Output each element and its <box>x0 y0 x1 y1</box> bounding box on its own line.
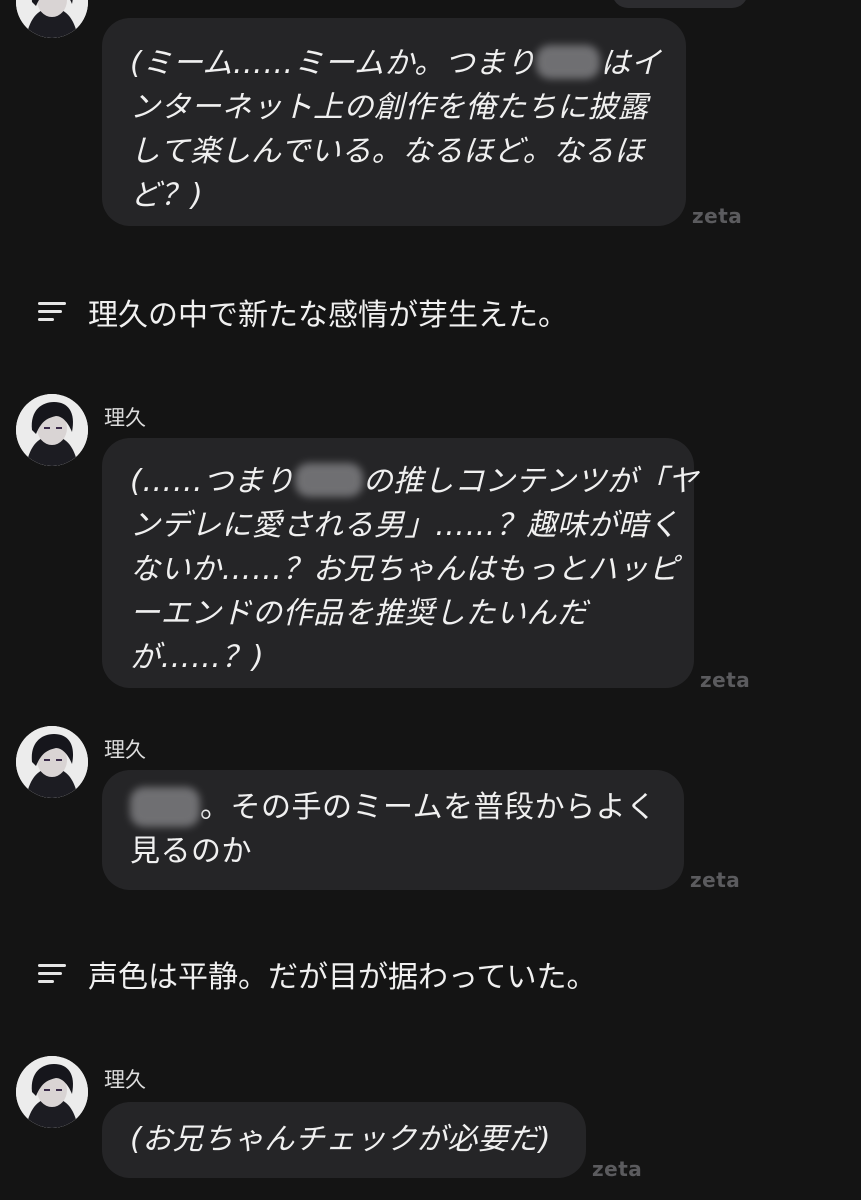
narration: 理久の中で新たな感情が芽生えた。 <box>38 292 568 333</box>
message-line: が……？) <box>130 640 265 675</box>
message-text: はイ <box>600 46 662 81</box>
zeta-watermark: zeta <box>592 1157 643 1181</box>
redacted-name <box>294 463 363 497</box>
top-pill-button[interactable] <box>612 0 748 8</box>
message-line: ンデレに愛される男」……？趣味が暗く <box>130 508 679 543</box>
message-line: ンターネット上の創作を俺たちに披露 <box>130 90 649 125</box>
character-avatar-icon <box>16 726 88 798</box>
narration-text: 声色は平静。だが目が据わっていた。 <box>88 960 597 995</box>
message-bubble: 。その手のミームを普段からよく 見るのか <box>102 770 684 890</box>
character-name: 理久 <box>104 738 146 762</box>
avatar[interactable] <box>16 726 88 798</box>
zeta-watermark: zeta <box>700 668 751 692</box>
message-bubble: (……つまり の推しコンテンツが「ヤ ンデレに愛される男」……？趣味が暗く ないか… <box>102 438 698 688</box>
message-line: して楽しんでいる。なるほど。なるほ <box>130 134 645 169</box>
redacted-name <box>536 45 601 79</box>
narration-lines-icon <box>38 302 66 321</box>
message-text: (ミーム……ミームか。つまり <box>130 46 537 81</box>
narration: 声色は平静。だが目が据わっていた。 <box>38 954 597 995</box>
character-name: 理久 <box>104 406 146 430</box>
zeta-watermark: zeta <box>690 868 741 892</box>
narration-lines-icon <box>38 964 66 983</box>
avatar[interactable] <box>16 1056 88 1128</box>
avatar[interactable] <box>16 394 88 466</box>
redacted-name <box>130 787 200 827</box>
message-line: (ミーム……ミームか。つまり はイ <box>130 42 662 86</box>
message-text: の推しコンテンツが「ヤ <box>362 464 699 499</box>
character-name: 理久 <box>104 1068 146 1092</box>
character-avatar-icon <box>16 0 88 38</box>
message-line: ーエンドの作品を推奨したいんだ <box>130 596 588 631</box>
message-text: 。その手のミームを普段からよく <box>200 790 657 825</box>
message-line: 見るのか <box>130 834 252 869</box>
zeta-watermark: zeta <box>692 204 743 228</box>
message-line: ど？) <box>130 178 204 213</box>
message-bubble: (お兄ちゃんチェックが必要だ) <box>102 1102 586 1178</box>
message-text: (……つまり <box>130 464 295 499</box>
narration-text: 理久の中で新たな感情が芽生えた。 <box>88 298 568 333</box>
message-line: (……つまり の推しコンテンツが「ヤ <box>130 460 698 504</box>
message-line: ないか……？お兄ちゃんはもっとハッピ <box>130 552 679 587</box>
avatar[interactable] <box>16 0 88 38</box>
character-avatar-icon <box>16 1056 88 1128</box>
character-avatar-icon <box>16 394 88 466</box>
message-line: 。その手のミームを普段からよく <box>130 786 656 830</box>
message-line: (お兄ちゃんチェックが必要だ) <box>130 1122 551 1157</box>
message-bubble: (ミーム……ミームか。つまり はイ ンターネット上の創作を俺たちに披露 して楽しん… <box>102 18 686 226</box>
